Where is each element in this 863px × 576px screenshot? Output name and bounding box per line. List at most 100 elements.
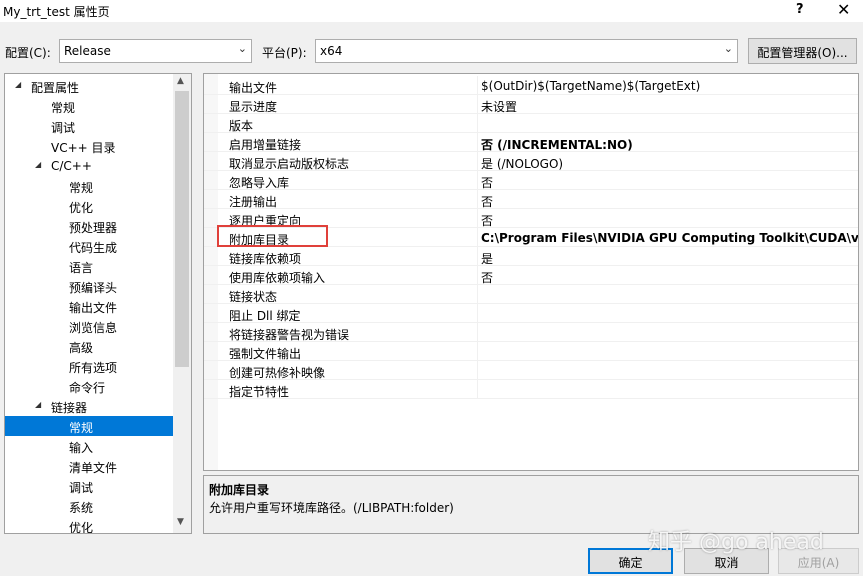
property-name: 链接状态: [229, 290, 278, 304]
property-row[interactable]: 阻止 Dll 绑定: [204, 304, 858, 323]
property-row[interactable]: 显示进度 未设置: [204, 95, 858, 115]
property-grid: 输出文件 $(OutDir)$(TargetName)$(TargetExt) 显示…: [203, 73, 859, 471]
tree-item[interactable]: 系统: [5, 496, 173, 516]
property-row[interactable]: 指定节特性: [204, 380, 858, 399]
property-name: 版本: [229, 119, 254, 133]
property-value[interactable]: $(OutDir)$(TargetName)$(TargetExt): [481, 79, 700, 93]
tree-item-label: 常规: [69, 181, 94, 195]
column-divider: [477, 285, 478, 304]
tree-item[interactable]: ◢ 配置属性: [5, 76, 173, 96]
tree-item[interactable]: 语言: [5, 256, 173, 276]
tree-item-label: 预编译头: [69, 281, 118, 295]
tree-item[interactable]: 预处理器: [5, 216, 173, 236]
title-bar: My_trt_test 属性页 ? ✕: [0, 0, 863, 22]
chevron-down-icon: ⌄: [237, 42, 247, 55]
scroll-down-icon[interactable]: ▼: [177, 517, 184, 527]
tree-item-label: C/C++: [51, 159, 92, 173]
tree-item-label: 系统: [69, 501, 94, 515]
property-row[interactable]: 创建可热修补映像: [204, 361, 858, 380]
column-divider: [477, 304, 478, 323]
tree-item-label: 语言: [69, 261, 94, 275]
expand-triangle-icon[interactable]: ◢: [15, 80, 21, 89]
expand-triangle-icon[interactable]: ◢: [35, 160, 41, 169]
tree-item-label: 浏览信息: [69, 321, 118, 335]
column-divider: [477, 209, 478, 228]
tree-item[interactable]: 常规: [5, 176, 173, 196]
config-combo-value: Release: [64, 44, 111, 58]
tree-item[interactable]: 高级: [5, 336, 173, 356]
property-row[interactable]: 强制文件输出: [204, 342, 858, 361]
tree-item[interactable]: VC++ 目录: [5, 136, 173, 156]
column-divider: [477, 361, 478, 380]
tree-item[interactable]: 优化: [5, 516, 173, 533]
tree-item[interactable]: 常规: [5, 416, 173, 436]
property-name: 忽略导入库: [229, 176, 290, 190]
expand-triangle-icon[interactable]: ◢: [35, 400, 41, 409]
property-name: 输出文件: [229, 81, 278, 95]
property-row[interactable]: 取消显示启动版权标志 是 (/NOLOGO): [204, 152, 858, 172]
tree-item[interactable]: 清单文件: [5, 456, 173, 476]
description-text: 允许用户重写环境库路径。(/LIBPATH:folder): [209, 501, 454, 515]
tree-item[interactable]: 优化: [5, 196, 173, 216]
tree-item[interactable]: 预编译头: [5, 276, 173, 296]
property-value[interactable]: 未设置: [481, 98, 517, 115]
tree-item[interactable]: 输出文件: [5, 296, 173, 316]
platform-label: 平台(P):: [262, 46, 307, 60]
property-name: 启用增量链接: [229, 138, 302, 152]
tree-item[interactable]: 浏览信息: [5, 316, 173, 336]
property-name: 指定节特性: [229, 385, 290, 399]
platform-combo[interactable]: x64 ⌄: [315, 39, 738, 63]
tree-item[interactable]: 命令行: [5, 376, 173, 396]
scrollbar-thumb[interactable]: [175, 91, 189, 367]
property-value[interactable]: 否: [481, 174, 493, 191]
config-manager-button[interactable]: 配置管理器(O)...: [748, 38, 857, 64]
property-name: 显示进度: [229, 100, 278, 114]
tree-item[interactable]: 输入: [5, 436, 173, 456]
property-name: 使用库依赖项输入: [229, 271, 326, 285]
tree-item-label: 命令行: [69, 381, 106, 395]
property-row[interactable]: 版本: [204, 114, 858, 133]
property-name: 将链接器警告视为错误: [229, 328, 350, 342]
property-value[interactable]: 否: [481, 193, 493, 210]
property-value[interactable]: 否: [481, 269, 493, 286]
tree-item[interactable]: 常规: [5, 96, 173, 116]
tree-item-label: 调试: [51, 121, 76, 135]
property-value[interactable]: 否 (/INCREMENTAL:NO): [481, 136, 633, 153]
window-title: My_trt_test 属性页: [3, 5, 110, 19]
tree-item-label: 预处理器: [69, 221, 118, 235]
tree-item-label: 链接器: [51, 401, 88, 415]
tree-item[interactable]: ◢ C/C++: [5, 156, 173, 176]
column-divider: [477, 380, 478, 399]
property-row[interactable]: 使用库依赖项输入 否: [204, 266, 858, 286]
tree-item-label: 输出文件: [69, 301, 118, 315]
property-row[interactable]: 忽略导入库 否: [204, 171, 858, 191]
platform-combo-value: x64: [320, 44, 343, 58]
property-value[interactable]: 否: [481, 212, 493, 229]
tree-item[interactable]: 调试: [5, 476, 173, 496]
tree-item[interactable]: 调试: [5, 116, 173, 136]
help-button[interactable]: ?: [796, 2, 804, 17]
tree-item[interactable]: 代码生成: [5, 236, 173, 256]
column-divider: [477, 190, 478, 209]
watermark: 知乎 @go ahead: [648, 530, 824, 555]
tree-item-label: 代码生成: [69, 241, 118, 255]
property-row[interactable]: 链接库依赖项 是: [204, 247, 858, 267]
tree-item-label: 高级: [69, 341, 94, 355]
property-value[interactable]: 是: [481, 250, 493, 267]
property-row[interactable]: 注册输出 否: [204, 190, 858, 210]
tree-item[interactable]: ◢ 链接器: [5, 396, 173, 416]
column-divider: [477, 152, 478, 171]
property-row[interactable]: 输出文件 $(OutDir)$(TargetName)$(TargetExt): [204, 76, 858, 95]
scroll-up-icon[interactable]: ▲: [177, 76, 184, 86]
close-button[interactable]: ✕: [837, 0, 850, 19]
property-value[interactable]: C:\Program Files\NVIDIA GPU Computing To…: [481, 231, 858, 245]
tree-item-label: 输入: [69, 441, 94, 455]
property-value[interactable]: 是 (/NOLOGO): [481, 155, 563, 172]
config-label: 配置(C):: [5, 46, 51, 60]
property-row[interactable]: 将链接器警告视为错误: [204, 323, 858, 342]
tree-item[interactable]: 所有选项: [5, 356, 173, 376]
tree-scrollbar[interactable]: ▲ ▼: [173, 74, 191, 533]
property-row[interactable]: 链接状态: [204, 285, 858, 304]
config-combo[interactable]: Release ⌄: [59, 39, 252, 63]
property-row[interactable]: 启用增量链接 否 (/INCREMENTAL:NO): [204, 133, 858, 153]
